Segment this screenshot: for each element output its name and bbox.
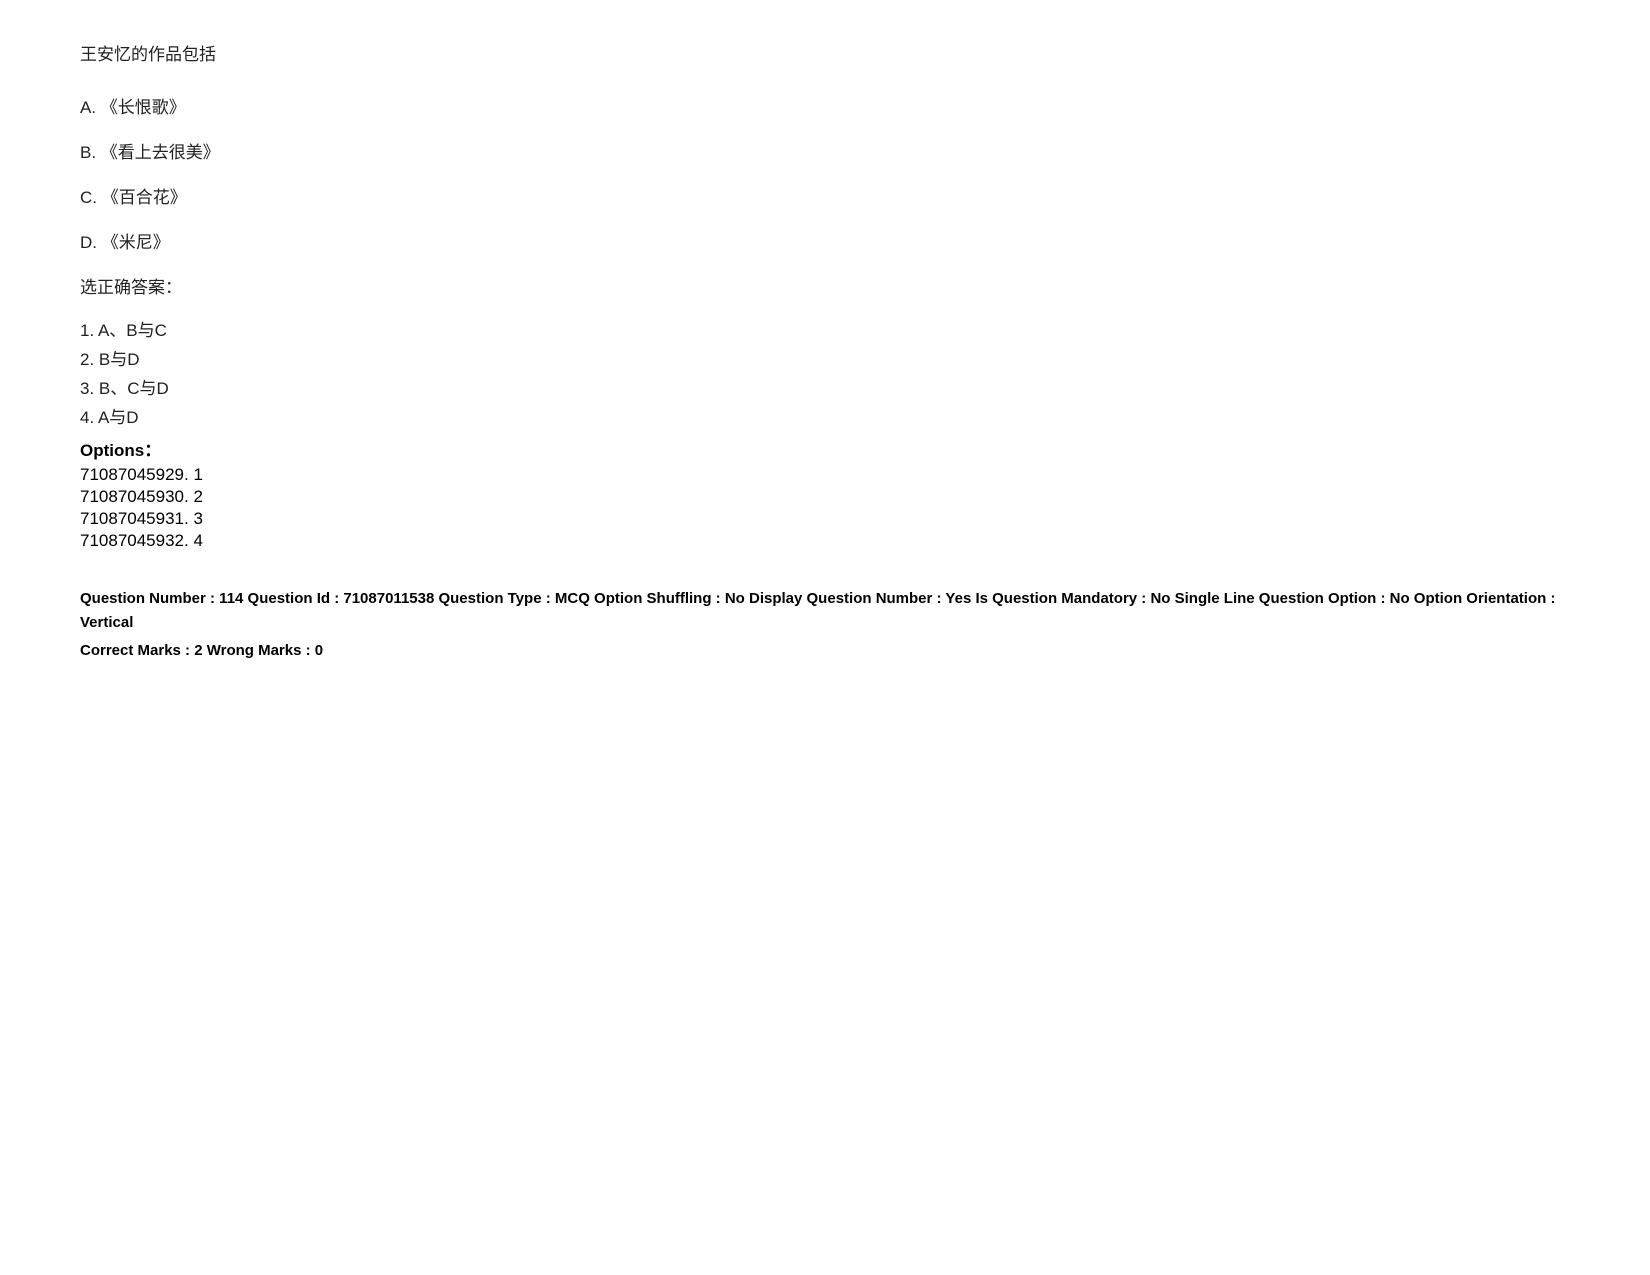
options-bold-label: Options： [80,436,1570,461]
answer-choice-2-num: 2. [80,350,99,369]
answer-choice-4: 4. A与D [80,403,1570,428]
option-b-label: B. [80,143,101,162]
option-a-value: 《长恨歌》 [101,98,186,117]
option-id-1-num: 1 [193,465,202,484]
answer-choice-1-num: 1. [80,321,98,340]
option-id-1-id: 71087045929. [80,465,189,484]
answer-choice-3-num: 3. [80,379,99,398]
option-id-4: 71087045932. 4 [80,531,1570,551]
option-id-2-id: 71087045930. [80,487,189,506]
option-a-label: A. [80,98,101,117]
option-id-1: 71087045929. 1 [80,465,1570,485]
options-section: Options： 71087045929. 1 71087045930. 2 7… [80,436,1570,551]
meta-line-1: Question Number : 114 Question Id : 7108… [80,587,1570,635]
answer-choice-1: 1. A、B与C [80,316,1570,341]
meta-section: Question Number : 114 Question Id : 7108… [80,587,1570,663]
option-c-value: 《百合花》 [102,188,187,207]
option-id-3: 71087045931. 3 [80,509,1570,529]
option-a: A. 《长恨歌》 [80,93,1570,118]
answer-choice-2: 2. B与D [80,345,1570,370]
option-id-3-id: 71087045931. [80,509,189,528]
answer-choice-3-text: B、C与D [99,379,169,398]
option-id-2-num: 2 [193,487,202,506]
meta-line-2: Correct Marks : 2 Wrong Marks : 0 [80,639,1570,663]
question-text: 王安忆的作品包括 [80,40,1570,65]
select-answer-label: 选正确答案： [80,273,1570,298]
answer-choice-3: 3. B、C与D [80,374,1570,399]
option-d-label: D. [80,233,102,252]
option-id-3-num: 3 [193,509,202,528]
answer-choice-4-num: 4. [80,408,98,427]
option-b: B. 《看上去很美》 [80,138,1570,163]
answer-choice-2-text: B与D [99,350,140,369]
option-d-value: 《米尼》 [102,233,170,252]
option-d: D. 《米尼》 [80,228,1570,253]
answer-choice-1-text: A、B与C [98,321,167,340]
option-id-2: 71087045930. 2 [80,487,1570,507]
answer-choice-4-text: A与D [98,408,139,427]
option-id-4-num: 4 [193,531,202,550]
page-container: 王安忆的作品包括 A. 《长恨歌》 B. 《看上去很美》 C. 《百合花》 D.… [0,0,1650,707]
option-b-value: 《看上去很美》 [101,143,220,162]
option-c-label: C. [80,188,102,207]
option-c: C. 《百合花》 [80,183,1570,208]
option-id-4-id: 71087045932. [80,531,189,550]
